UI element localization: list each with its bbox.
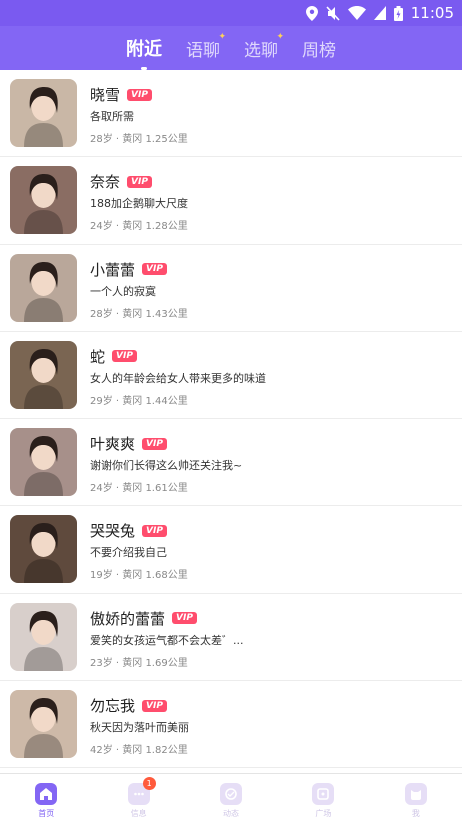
user-row[interactable]: 傲娇的蕾蕾 VIP 爱笑的女孩运气都不会太差゛... 23岁 · 黄冈 1.69公里 (0, 594, 462, 682)
user-name: 晓雪 (90, 86, 121, 104)
plaza-icon (312, 783, 335, 805)
user-name: 蛇 (90, 347, 106, 366)
user-signature: 谢谢你们长得这么帅还关注我~ (90, 459, 243, 473)
tab-nearby[interactable]: 附近 (126, 26, 162, 70)
battery-icon (393, 5, 403, 21)
name-line: 哭哭兔 VIP (90, 520, 167, 541)
tab-label: 选聊 (244, 40, 278, 61)
unread-badge: 1 (142, 777, 156, 790)
nav-moments[interactable]: 动态 (185, 774, 277, 822)
name-line: 晓雪 VIP (90, 84, 152, 105)
tab-label: 附近 (126, 39, 162, 60)
name-line: 小蕾蕾 VIP (90, 259, 167, 280)
user-age-distance: 42岁 · 黄冈 1.82公里 (90, 745, 188, 757)
user-signature: 不要介绍我自己 (90, 546, 167, 560)
name-line: 叶爽爽 VIP (90, 433, 167, 454)
user-age-distance: 23岁 · 黄冈 1.69公里 (90, 657, 188, 669)
name-line: 勿忘我 VIP (90, 695, 167, 716)
avatar[interactable] (10, 428, 77, 497)
vip-badge: VIP (127, 175, 152, 188)
tab-weekly-rank[interactable]: 周榜 (302, 26, 336, 70)
user-name: 小蕾蕾 (90, 260, 136, 279)
tab-voice-chat[interactable]: 语聊 ✦ (186, 26, 226, 70)
nav-label: 信息 (130, 809, 147, 818)
user-row[interactable]: 哭哭兔 VIP 不要介绍我自己 19岁 · 黄冈 1.68公里 (0, 506, 462, 594)
home-icon (35, 783, 58, 805)
clock-time: 11:05 (410, 4, 454, 22)
vip-badge: VIP (112, 350, 137, 363)
nav-label: 首页 (38, 809, 55, 818)
nav-label: 广场 (315, 809, 332, 818)
user-signature: 各取所需 (90, 110, 134, 123)
avatar[interactable] (10, 602, 77, 671)
user-age-distance: 19岁 · 黄冈 1.68公里 (90, 570, 188, 582)
nav-home[interactable]: 首页 (0, 774, 92, 822)
profile-icon (404, 783, 427, 805)
tab-label: 周榜 (302, 40, 336, 61)
user-row[interactable]: 叶爽爽 VIP 谢谢你们长得这么帅还关注我~ 24岁 · 黄冈 1.61公里 (0, 419, 462, 507)
user-age-distance: 24岁 · 黄冈 1.61公里 (90, 483, 188, 495)
name-line: 蛇 VIP (90, 346, 137, 367)
bottom-nav: 首页 1 信息 动态 广场 我 (0, 773, 462, 822)
sparkle-icon: ✦ (218, 32, 226, 42)
tab-select-chat[interactable]: 选聊 ✦ (244, 26, 284, 70)
signal-icon (373, 6, 386, 20)
user-age-distance: 29岁 · 黄冈 1.44公里 (90, 395, 188, 407)
status-bar: 11:05 (0, 0, 462, 26)
user-name: 勿忘我 (90, 697, 136, 716)
nav-plaza[interactable]: 广场 (277, 774, 369, 822)
sparkle-icon: ✦ (276, 32, 284, 42)
user-row[interactable]: 勿忘我 VIP 秋天因为落叶而美丽 42岁 · 黄冈 1.82公里 (0, 681, 462, 769)
user-signature: 女人的年龄会给女人带来更多的味道 (90, 371, 266, 385)
avatar[interactable] (10, 340, 77, 409)
nav-profile[interactable]: 我 (370, 774, 462, 822)
user-signature: 爱笑的女孩运气都不会太差゛... (90, 633, 244, 647)
user-row[interactable]: 小蕾蕾 VIP 一个人的寂寞 28岁 · 黄冈 1.43公里 (0, 245, 462, 332)
user-list: 晓雪 VIP 各取所需 28岁 · 黄冈 1.25公里奈奈 VIP 188加企鹅聊大尺度 2… (0, 70, 462, 769)
user-row[interactable]: 晓雪 VIP 各取所需 28岁 · 黄冈 1.25公里 (0, 70, 462, 158)
avatar[interactable] (10, 253, 77, 322)
vip-badge: VIP (142, 699, 167, 712)
user-row[interactable]: 奈奈 VIP 188加企鹅聊大尺度 24岁 · 黄冈 1.28公里 (0, 157, 462, 245)
location-icon (305, 5, 318, 21)
mute-icon (326, 5, 340, 21)
wifi-icon (347, 6, 366, 20)
moments-icon (220, 783, 243, 805)
avatar[interactable] (10, 515, 77, 584)
top-tab-bar: 附近 语聊 ✦ 选聊 ✦ 周榜 (0, 26, 462, 70)
nav-messages[interactable]: 1 信息 (92, 774, 184, 822)
vip-badge: VIP (172, 612, 197, 625)
user-name: 叶爽爽 (90, 435, 136, 454)
vip-badge: VIP (142, 524, 167, 537)
avatar[interactable] (10, 166, 77, 235)
user-name: 奈奈 (90, 173, 121, 192)
user-name: 傲娇的蕾蕾 (90, 609, 166, 628)
user-signature: 188加企鹅聊大尺度 (90, 197, 188, 211)
avatar[interactable] (10, 79, 77, 147)
vip-badge: VIP (142, 263, 167, 276)
vip-badge: VIP (142, 437, 167, 450)
tab-label: 语聊 (186, 40, 220, 61)
user-row[interactable]: 蛇 VIP 女人的年龄会给女人带来更多的味道 29岁 · 黄冈 1.44公里 (0, 332, 462, 420)
vip-badge: VIP (127, 88, 152, 101)
user-age-distance: 28岁 · 黄冈 1.25公里 (90, 134, 188, 145)
user-signature: 一个人的寂寞 (90, 284, 156, 298)
user-name: 哭哭兔 (90, 522, 136, 541)
user-age-distance: 24岁 · 黄冈 1.28公里 (90, 221, 188, 233)
avatar[interactable] (10, 690, 77, 759)
user-signature: 秋天因为落叶而美丽 (90, 721, 189, 735)
nav-label: 我 (411, 809, 420, 818)
nav-label: 动态 (223, 809, 240, 818)
user-age-distance: 28岁 · 黄冈 1.43公里 (90, 308, 188, 320)
name-line: 傲娇的蕾蕾 VIP (90, 608, 197, 629)
name-line: 奈奈 VIP (90, 171, 152, 192)
